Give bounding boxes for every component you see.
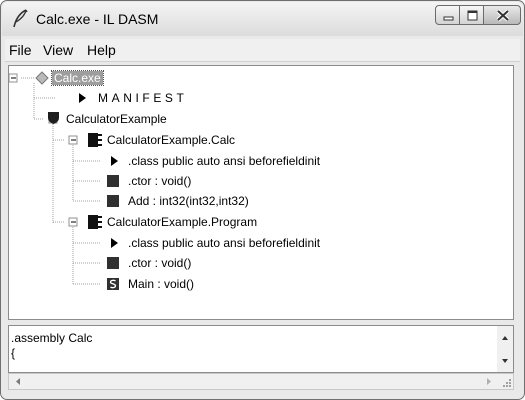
scroll-down-icon (502, 359, 508, 363)
scroll-arrows (502, 336, 508, 363)
minimize-button[interactable] (435, 5, 460, 25)
scroll-left-icon (16, 378, 20, 385)
tree-view[interactable]: Calc.exe MANIFEST CalculatorExample Calc… (8, 65, 514, 320)
class-icon (88, 215, 102, 229)
menu-help[interactable]: Help (87, 42, 116, 58)
ildasm-window: Calc.exe - IL DASM File View Help Calc.e… (0, 0, 525, 400)
menu-view[interactable]: View (43, 42, 73, 58)
tree-node-calc-classinfo[interactable]: .class public auto ansi beforefieldinit (128, 154, 320, 168)
resize-grip-icon[interactable] (500, 376, 512, 388)
minimize-icon (443, 16, 454, 21)
method-square-icon (107, 195, 119, 207)
text-line-1: .assembly Calc (11, 331, 93, 345)
shield-icon (48, 112, 59, 124)
close-button[interactable] (483, 5, 521, 25)
tree-node-program-classinfo[interactable]: .class public auto ansi beforefieldinit (128, 236, 320, 250)
vertical-scrollbar[interactable] (497, 326, 513, 372)
scroll-right-icon (487, 378, 491, 385)
tree-node-program-ctor[interactable]: .ctor : void() (128, 256, 191, 270)
tree-node-program-main[interactable]: Main : void() (128, 277, 194, 291)
hscroll-arrows (16, 378, 491, 385)
method-square-icon (107, 175, 119, 187)
class-icon (88, 133, 102, 147)
tree-node-root[interactable]: Calc.exe (51, 70, 104, 86)
tree-node-class-calc[interactable]: CalculatorExample.Calc (107, 133, 235, 147)
text-output-pane[interactable]: .assembly Calc { (8, 325, 514, 373)
text-line-2: { (11, 346, 16, 360)
triangle-right-icon (111, 238, 118, 248)
triangle-right-icon (79, 93, 86, 103)
tree-node-class-program[interactable]: CalculatorExample.Program (107, 215, 257, 229)
tree-node-manifest[interactable]: MANIFEST (98, 91, 187, 105)
quill-icon (13, 9, 28, 28)
menu-bar: File View Help (5, 39, 520, 62)
horizontal-scrollbar[interactable] (8, 373, 514, 390)
scroll-up-icon (502, 336, 508, 340)
maximize-icon (467, 10, 478, 21)
triangle-right-icon (111, 156, 118, 166)
menu-file[interactable]: File (9, 42, 32, 58)
maximize-button[interactable] (459, 5, 484, 25)
tree-node-calc-ctor[interactable]: .ctor : void() (128, 174, 191, 188)
caption-buttons (435, 5, 521, 25)
method-square-icon (107, 257, 119, 269)
tree-node-calc-add[interactable]: Add : int32(int32,int32) (128, 194, 249, 208)
close-icon (496, 9, 510, 22)
title-bar[interactable]: Calc.exe - IL DASM (2, 2, 523, 36)
tree-node-namespace[interactable]: CalculatorExample (66, 112, 167, 126)
expand-boxes (9, 73, 78, 227)
gray-diamond-icon (35, 71, 49, 85)
window-title: Calc.exe - IL DASM (36, 11, 159, 27)
static-method-icon (107, 278, 119, 290)
